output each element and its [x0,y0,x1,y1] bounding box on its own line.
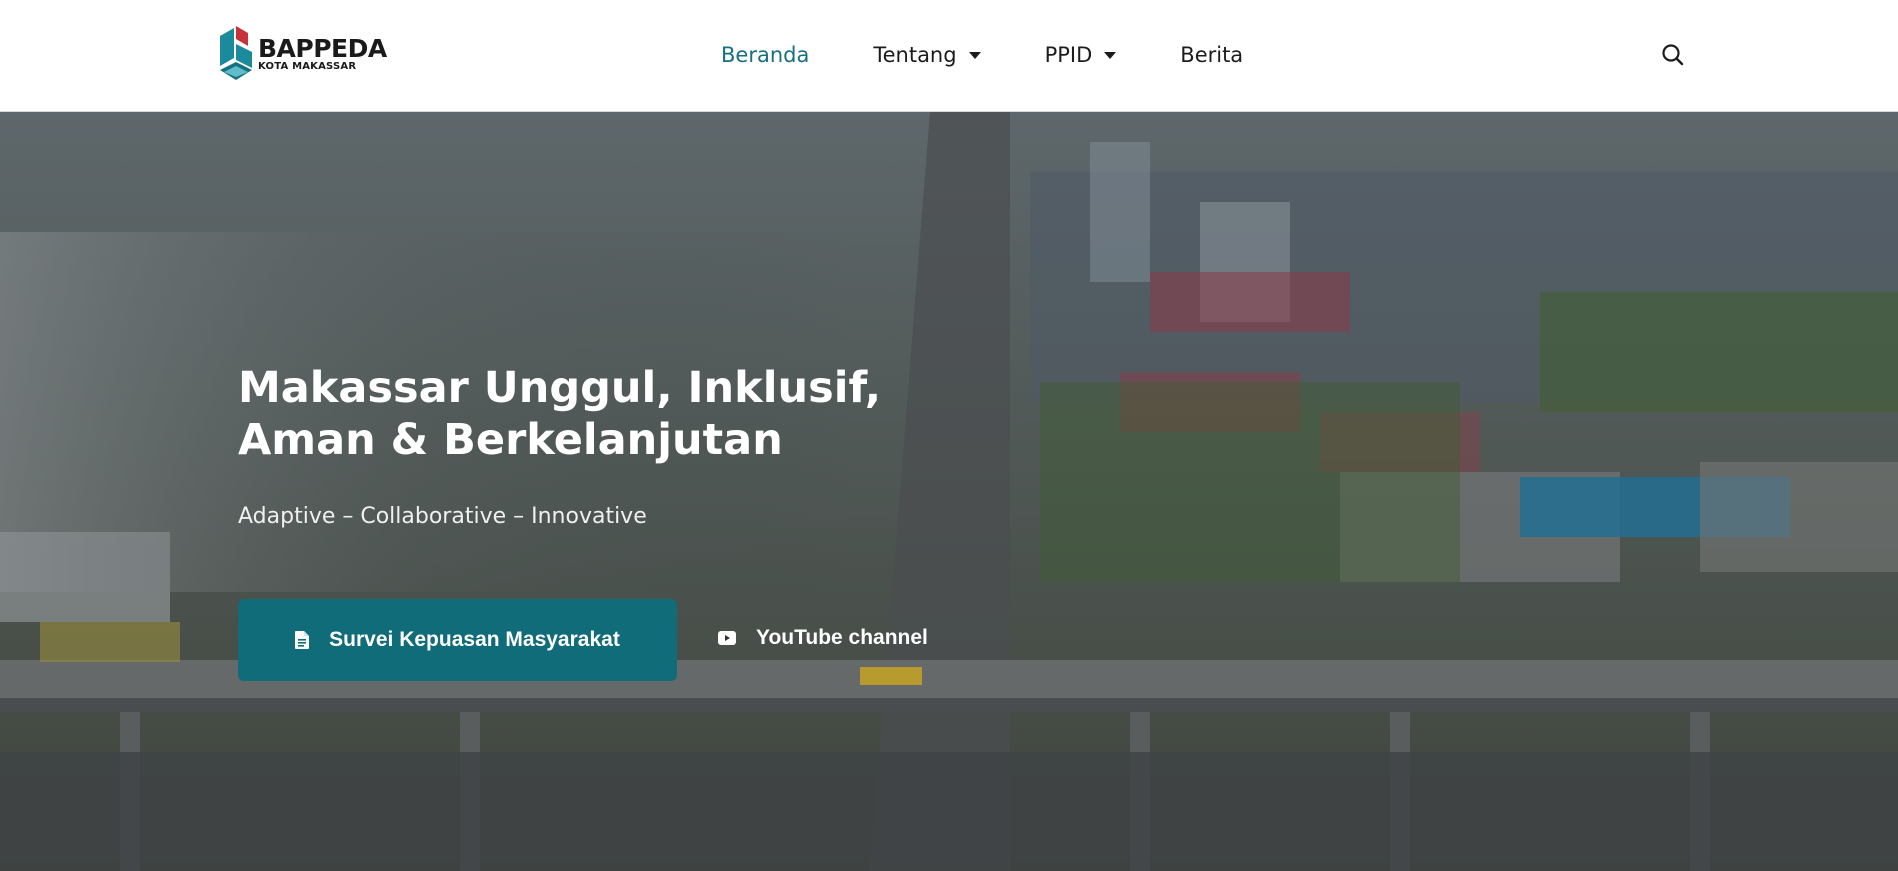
bappeda-logo[interactable]: BAPPEDA KOTA MAKASSAR [218,24,387,84]
youtube-channel-link[interactable]: YouTube channel [718,622,928,654]
nav-item-beranda[interactable]: Beranda [721,43,809,67]
caret-down-icon [968,51,981,59]
nav-item-label: Tentang [873,43,957,67]
survey-button-label: Survei Kepuasan Masyarakat [329,628,620,651]
document-icon [295,631,310,649]
caret-down-icon [1104,51,1117,59]
survey-button[interactable]: Survei Kepuasan Masyarakat [238,599,677,681]
nav-item-label: PPID [1044,43,1093,67]
hero-subtitle: Adaptive – Collaborative – Innovative [238,504,647,529]
search-icon [1662,44,1684,66]
youtube-channel-label: YouTube channel [756,626,928,649]
brand-subtitle: KOTA MAKASSAR [258,61,357,72]
hero-section: Makassar Unggul, Inklusif, Aman & Berkel… [0,112,1898,871]
youtube-icon [718,631,736,645]
nav-item-tentang[interactable]: Tentang [873,43,981,67]
site-header: BAPPEDA KOTA MAKASSAR Beranda Tentang PP… [0,0,1898,112]
logo-text: BAPPEDA KOTA MAKASSAR [258,36,387,72]
nav-item-label: Beranda [721,43,810,67]
hero-title-line1: Makassar Unggul, Inklusif, [238,363,882,413]
hero-title-line2: Aman & Berkelanjutan [238,415,783,465]
main-nav: Beranda Tentang PPID Berita [721,0,1243,110]
nav-item-label: Berita [1180,43,1244,67]
brand-name: BAPPEDA [258,34,387,63]
hero-title: Makassar Unggul, Inklusif, Aman & Berkel… [238,362,938,466]
nav-item-ppid[interactable]: PPID [1045,43,1117,67]
logo-mark-icon [220,26,252,80]
nav-item-berita[interactable]: Berita [1180,43,1243,67]
search-button[interactable] [1660,42,1686,68]
hero-background-image [0,112,1898,871]
